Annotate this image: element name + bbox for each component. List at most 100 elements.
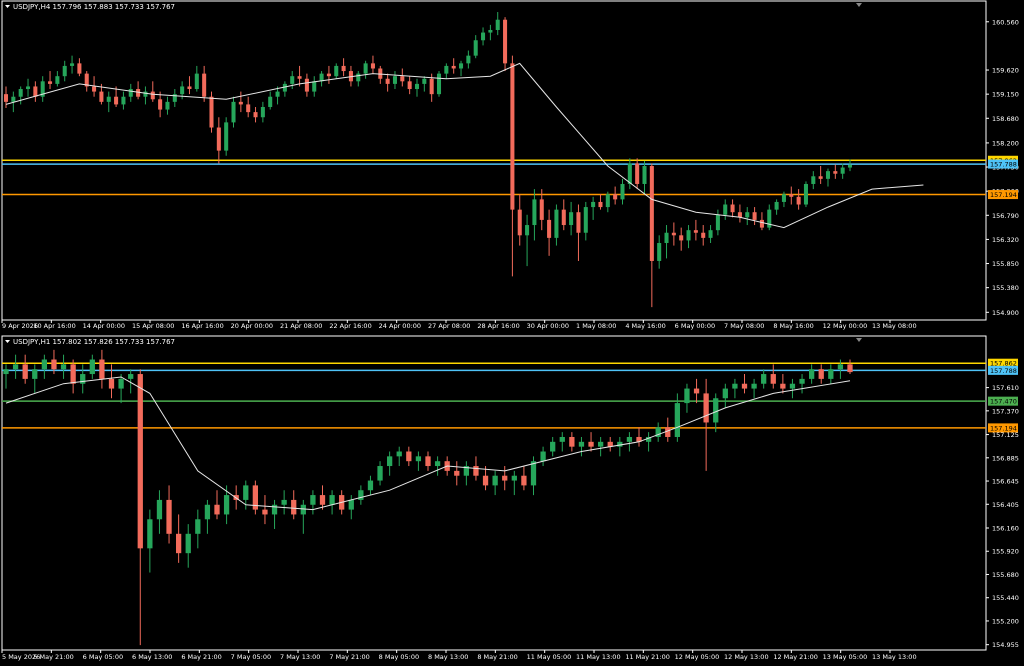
time-tick-label: 6 May 13:00	[132, 653, 172, 661]
candle-body	[578, 441, 585, 447]
price-tick-label: 159.150	[992, 91, 1019, 99]
candle-body	[281, 499, 287, 505]
candle-body	[271, 504, 278, 515]
candle-body	[657, 243, 662, 261]
candle-body	[780, 383, 786, 389]
candle-body	[745, 212, 750, 218]
candle-body	[386, 456, 393, 467]
candle-body	[136, 89, 141, 97]
candle-body	[32, 369, 38, 379]
candle-body	[77, 63, 82, 74]
candle-body	[341, 65, 346, 72]
candlestick-chart-h1[interactable]: USDJPY,H1 157.802 157.826 157.733 157.76…	[0, 335, 1024, 666]
price-tick-label: 155.200	[992, 617, 1019, 625]
candle-body	[591, 201, 596, 208]
candle-body	[847, 164, 853, 168]
candle-body	[482, 475, 489, 486]
time-tick-label: 30 Apr 00:00	[527, 322, 569, 330]
price-tick-label: 155.440	[992, 594, 1019, 602]
candle-body	[99, 359, 105, 379]
time-tick-label: 13 May 08:00	[872, 322, 917, 330]
price-tick-label: 157.610	[992, 384, 1019, 392]
candle-body	[231, 101, 236, 123]
candle-body	[246, 104, 251, 113]
time-tick-label: 4 May 16:00	[625, 322, 665, 330]
candle-body	[693, 388, 700, 394]
candle-body	[429, 78, 434, 95]
time-tick-label: 12 May 13:00	[724, 653, 769, 661]
candle-body	[128, 89, 133, 97]
candle-body	[356, 73, 361, 82]
candle-body	[150, 91, 155, 100]
candle-body	[521, 475, 527, 486]
time-tick-label: 12 May 00:00	[823, 322, 868, 330]
candle-body	[583, 207, 588, 233]
candle-body	[730, 204, 735, 213]
candlestick-chart-h4[interactable]: USDJPY,H4 157.796 157.883 157.733 157.76…	[0, 0, 1024, 333]
candle-body	[550, 441, 556, 452]
candle-body	[530, 461, 537, 486]
time-tick-label: 11 May 21:00	[625, 653, 670, 661]
candle-body	[436, 73, 442, 95]
candle-body	[559, 436, 565, 442]
level-tag-label: 157.194	[990, 424, 1017, 432]
candle-body	[732, 383, 738, 389]
candle-body	[605, 194, 610, 208]
candle-body	[414, 83, 420, 90]
candle-body	[18, 89, 23, 97]
candle-body	[290, 76, 295, 84]
candle-body	[752, 212, 757, 220]
level-tag-label: 157.194	[990, 191, 1017, 199]
level-tag-label: 157.470	[990, 398, 1017, 406]
dropdown-arrow-icon	[5, 5, 10, 8]
candle-body	[147, 519, 153, 549]
time-tick-label: 8 May 13:00	[428, 653, 468, 661]
time-tick-label: 6 May 05:00	[83, 653, 123, 661]
candle-body	[275, 91, 280, 97]
candle-body	[62, 65, 67, 77]
candle-body	[503, 19, 508, 64]
price-tick-label: 155.380	[992, 284, 1019, 292]
candle-body	[3, 94, 9, 102]
candle-body	[722, 388, 728, 399]
dropdown-arrow-icon	[5, 340, 10, 343]
chart-window-h1[interactable]: USDJPY,H1 157.802 157.826 157.733 157.76…	[0, 335, 1024, 666]
candle-body	[195, 519, 201, 534]
candle-body	[204, 504, 211, 520]
candle-body	[60, 364, 67, 370]
candle-body	[674, 403, 681, 437]
candle-body	[532, 199, 537, 226]
time-tick-label: 11 May 13:00	[576, 653, 621, 661]
candle-body	[751, 383, 757, 389]
candle-body	[723, 204, 728, 215]
candle-body	[396, 451, 402, 457]
candle-body	[209, 96, 214, 128]
level-tag-label: 157.788	[990, 161, 1017, 169]
candle-body	[238, 101, 243, 105]
candle-body	[434, 461, 441, 467]
time-tick-label: 8 May 05:00	[379, 653, 419, 661]
chart-title: USDJPY,H1 157.802 157.826 157.733 157.76…	[13, 338, 175, 346]
candle-body	[165, 101, 170, 110]
candle-body	[796, 196, 801, 205]
candle-body	[243, 485, 249, 500]
candle-body	[80, 374, 86, 384]
candle-body	[473, 40, 478, 56]
time-tick-label: 1 May 08:00	[576, 322, 616, 330]
candle-body	[3, 369, 9, 375]
candle-body	[510, 63, 515, 210]
candle-body	[304, 78, 309, 92]
chart-window-h4[interactable]: USDJPY,H4 157.796 157.883 157.733 157.76…	[0, 0, 1024, 333]
candle-body	[818, 369, 824, 379]
candle-body	[511, 475, 517, 481]
candle-body	[713, 398, 719, 423]
candle-body	[539, 199, 544, 220]
candle-body	[459, 63, 464, 69]
candle-body	[825, 171, 831, 179]
time-tick-label: 7 May 05:00	[231, 653, 271, 661]
candle-body	[635, 163, 640, 184]
candle-body	[649, 166, 654, 261]
candle-body	[561, 209, 566, 226]
candle-body	[759, 219, 764, 228]
candle-body	[422, 78, 427, 84]
